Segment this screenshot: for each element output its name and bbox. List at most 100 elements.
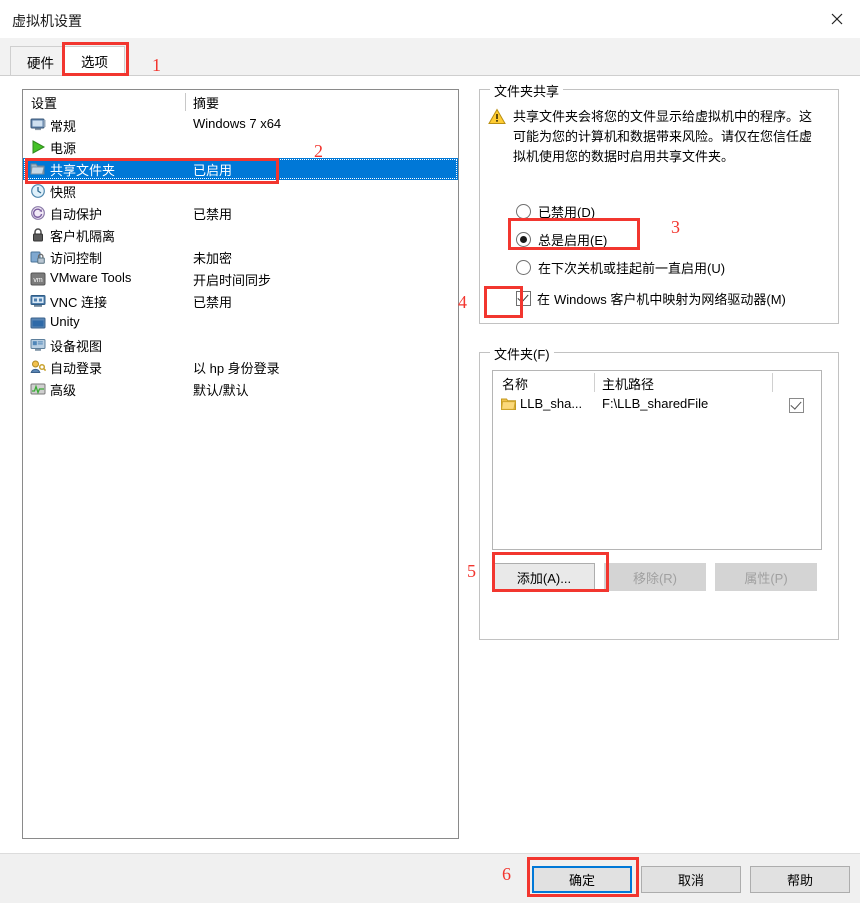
- list-item-autologin[interactable]: 自动登录 以 hp 身份登录: [23, 356, 458, 378]
- autoprotect-icon: [30, 205, 46, 221]
- remove-folder-button: 移除(R): [604, 563, 706, 591]
- sharing-warning-text: 共享文件夹会将您的文件显示给虚拟机中的程序。这可能为您的计算机和数据带来风险。请…: [513, 109, 813, 164]
- list-item-power[interactable]: 电源: [23, 136, 458, 158]
- list-item-unity[interactable]: Unity: [23, 312, 458, 334]
- close-button[interactable]: [814, 0, 860, 37]
- list-item-label: 快照: [50, 185, 77, 200]
- settings-list-panel[interactable]: 设置 摘要 常规 Windows 7 x64 电源 共享文件夹 已启用 快照 自…: [22, 89, 459, 839]
- window-title: 虚拟机设置: [12, 13, 82, 29]
- folders-group: 文件夹(F) 名称 主机路径 LLB_sha... F:\LLB_sharedF…: [479, 344, 839, 640]
- column-divider: [185, 93, 186, 111]
- tab-strip: 硬件 选项: [0, 38, 860, 76]
- list-item-label: 电源: [50, 141, 77, 156]
- list-item-advanced[interactable]: 高级 默认/默认: [23, 378, 458, 400]
- map-network-drive-checkbox[interactable]: 在 Windows 客户机中映射为网络驱动器(M): [516, 289, 786, 308]
- list-item-label: Unity: [50, 314, 80, 329]
- folder-row-path: F:\LLB_sharedFile: [602, 396, 709, 411]
- list-item-summary: 已启用: [193, 163, 233, 178]
- svg-text:vm: vm: [33, 277, 43, 284]
- unity-icon: [30, 315, 46, 331]
- list-item-autoprotect[interactable]: 自动保护 已禁用: [23, 202, 458, 224]
- folders-group-title: 文件夹(F): [490, 344, 554, 363]
- list-item-guest-isolation[interactable]: 客户机隔离: [23, 224, 458, 246]
- folder-row-name: LLB_sha...: [520, 396, 583, 411]
- tab-options-label: 选项: [81, 55, 108, 70]
- ok-button-label: 确定: [568, 873, 595, 888]
- warning-icon: [488, 108, 506, 126]
- map-network-drive-checkmark: [516, 291, 531, 306]
- tab-hardware[interactable]: 硬件: [10, 46, 71, 76]
- folder-properties-label: 属性(P): [744, 570, 788, 586]
- folder-row-enabled-checkbox[interactable]: [789, 398, 804, 413]
- list-item-label: 自动登录: [50, 361, 103, 376]
- folder-properties-button: 属性(P): [715, 563, 817, 591]
- list-item-label: VMware Tools: [50, 270, 132, 285]
- folders-column-divider-1: [594, 373, 595, 392]
- list-item-summary: Windows 7 x64: [193, 116, 282, 131]
- list-item-summary: 已禁用: [193, 207, 233, 222]
- settings-list-rows: 常规 Windows 7 x64 电源 共享文件夹 已启用 快照 自动保护 已禁…: [23, 114, 458, 838]
- lock-icon: [30, 227, 46, 243]
- content-area: 设置 摘要 常规 Windows 7 x64 电源 共享文件夹 已启用 快照 自…: [0, 75, 860, 854]
- folder-sharing-group-title: 文件夹共享: [490, 81, 564, 100]
- add-folder-button[interactable]: 添加(A)...: [493, 563, 595, 591]
- folders-header-name: 名称: [502, 377, 529, 392]
- advanced-icon: [30, 381, 46, 397]
- list-item-shared-folders[interactable]: 共享文件夹 已启用: [23, 158, 458, 180]
- cancel-button[interactable]: 取消: [641, 866, 741, 893]
- list-item-label: 客户机隔离: [50, 229, 116, 244]
- radio-always-enabled[interactable]: 总是启用(E): [516, 230, 607, 249]
- list-item-vmware-tools[interactable]: vm VMware Tools 开启时间同步: [23, 268, 458, 290]
- radio-disabled-label: 已禁用(D): [538, 205, 596, 220]
- list-item-label: 共享文件夹: [50, 163, 116, 178]
- folders-header-path: 主机路径: [602, 377, 655, 392]
- radio-until-shutdown[interactable]: 在下次关机或挂起前一直启用(U): [516, 258, 725, 277]
- radio-until-shutdown-label: 在下次关机或挂起前一直启用(U): [538, 261, 726, 276]
- snapshot-icon: [30, 183, 46, 199]
- list-item-access-control[interactable]: 访问控制 未加密: [23, 246, 458, 268]
- list-item-label: 自动保护: [50, 207, 103, 222]
- radio-disabled-mark: [516, 204, 531, 219]
- cancel-button-label: 取消: [677, 873, 704, 888]
- list-item-label: VNC 连接: [50, 295, 108, 310]
- sharing-warning: 共享文件夹会将您的文件显示给虚拟机中的程序。这可能为您的计算机和数据带来风险。请…: [488, 107, 828, 167]
- folders-table[interactable]: 名称 主机路径 LLB_sha... F:\LLB_sharedFile: [492, 370, 822, 550]
- radio-until-shutdown-mark: [516, 260, 531, 275]
- close-icon: [831, 13, 843, 25]
- play-icon: [30, 139, 46, 155]
- vmware-tools-icon: vm: [30, 271, 46, 287]
- list-item-snapshot[interactable]: 快照: [23, 180, 458, 202]
- autologin-icon: [30, 359, 47, 375]
- folders-column-divider-2: [772, 373, 773, 392]
- list-item-label: 常规: [50, 119, 77, 134]
- vnc-icon: [30, 293, 46, 309]
- access-control-icon: [30, 249, 46, 265]
- radio-always-enabled-mark: [516, 232, 531, 247]
- list-item-device-view[interactable]: 设备视图: [23, 334, 458, 356]
- dialog-footer: 确定 取消 帮助: [0, 853, 860, 903]
- map-network-drive-label: Windows 客户机中映射为网络驱动器(M): [554, 292, 786, 307]
- title-bar: 虚拟机设置: [0, 0, 860, 39]
- tab-options[interactable]: 选项: [64, 46, 125, 76]
- folder-icon: [500, 397, 516, 411]
- map-network-drive-label-prefix: 在: [537, 292, 551, 307]
- column-header-name: 设置: [31, 96, 58, 111]
- settings-list-header: 设置 摘要: [23, 90, 458, 114]
- help-button[interactable]: 帮助: [750, 866, 850, 893]
- radio-always-enabled-label: 总是启用(E): [538, 233, 608, 248]
- ok-button[interactable]: 确定: [532, 866, 632, 893]
- help-button-label: 帮助: [786, 873, 813, 888]
- list-item-summary: 以 hp 身份登录: [193, 361, 280, 376]
- list-item-summary: 开启时间同步: [193, 273, 272, 288]
- tab-hardware-label: 硬件: [27, 55, 54, 71]
- list-item-summary: 已禁用: [193, 295, 233, 310]
- radio-disabled[interactable]: 已禁用(D): [516, 202, 595, 221]
- add-folder-label: 添加(A)...: [516, 570, 572, 586]
- list-item-general[interactable]: 常规 Windows 7 x64: [23, 114, 458, 136]
- folder-icon: [30, 161, 46, 177]
- list-item-vnc[interactable]: VNC 连接 已禁用: [23, 290, 458, 312]
- list-item-label: 访问控制: [50, 251, 103, 266]
- list-item-summary: 未加密: [193, 251, 233, 266]
- table-row[interactable]: LLB_sha... F:\LLB_sharedFile: [493, 394, 821, 416]
- remove-folder-label: 移除(R): [632, 570, 678, 586]
